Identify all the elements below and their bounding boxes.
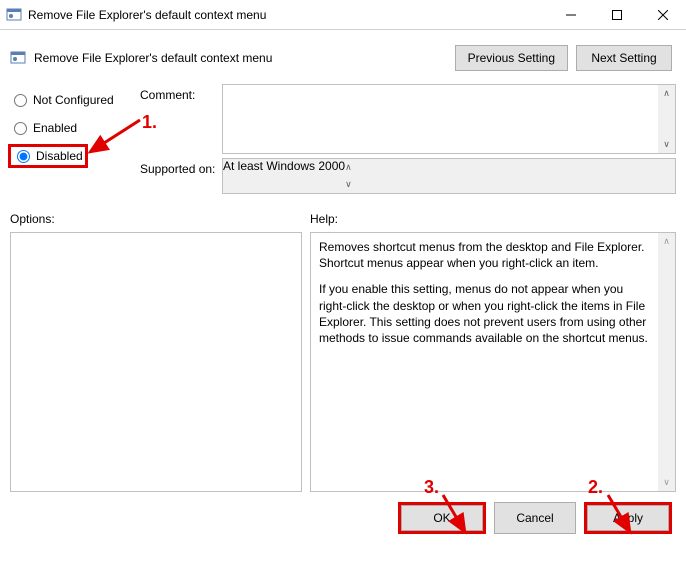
- radio-enabled-label: Enabled: [33, 121, 77, 135]
- comment-value[interactable]: [223, 85, 658, 153]
- supported-value: At least Windows 2000: [223, 159, 345, 193]
- help-label: Help:: [310, 212, 676, 226]
- titlebar: Remove File Explorer's default context m…: [0, 0, 686, 30]
- radio-disabled-label: Disabled: [36, 149, 83, 163]
- scroll-down-icon[interactable]: ∨: [658, 136, 675, 153]
- options-panel: [10, 232, 302, 492]
- previous-setting-button[interactable]: Previous Setting: [455, 45, 568, 71]
- cancel-button[interactable]: Cancel: [494, 502, 576, 534]
- scrollbar[interactable]: ∧ ∨: [658, 85, 675, 153]
- help-p2: If you enable this setting, menus do not…: [319, 281, 650, 346]
- scroll-up-icon[interactable]: ∧: [658, 233, 675, 250]
- supported-field: At least Windows 2000 ∧ ∨: [222, 158, 676, 194]
- options-body: [11, 233, 301, 491]
- next-setting-button[interactable]: Next Setting: [576, 45, 672, 71]
- scroll-up-icon: ∧: [345, 159, 352, 176]
- radio-not-configured-label: Not Configured: [33, 93, 114, 107]
- options-label: Options:: [10, 212, 302, 226]
- policy-icon: [6, 7, 22, 23]
- maximize-button[interactable]: [594, 0, 640, 30]
- ok-button[interactable]: OK: [401, 505, 483, 531]
- scroll-up-icon[interactable]: ∧: [658, 85, 675, 102]
- annotation-box-apply: Apply: [584, 502, 672, 534]
- radio-not-configured-input[interactable]: [14, 94, 27, 107]
- radio-enabled[interactable]: Enabled: [10, 116, 140, 140]
- close-button[interactable]: [640, 0, 686, 30]
- scrollbar[interactable]: ∧ ∨: [658, 233, 675, 491]
- window-controls: [548, 0, 686, 30]
- header-row: Remove File Explorer's default context m…: [10, 38, 676, 78]
- policy-icon: [10, 50, 26, 66]
- help-panel: Removes shortcut menus from the desktop …: [310, 232, 676, 492]
- radio-not-configured[interactable]: Not Configured: [10, 88, 140, 112]
- scrollbar: ∧ ∨: [345, 159, 352, 193]
- apply-button[interactable]: Apply: [587, 505, 669, 531]
- help-p1: Removes shortcut menus from the desktop …: [319, 239, 650, 271]
- help-body: Removes shortcut menus from the desktop …: [311, 233, 658, 491]
- radio-disabled-input[interactable]: [17, 150, 30, 163]
- radio-enabled-input[interactable]: [14, 122, 27, 135]
- scroll-down-icon[interactable]: ∨: [658, 474, 675, 491]
- page-title: Remove File Explorer's default context m…: [34, 51, 455, 65]
- footer-buttons: OK Cancel Apply: [10, 502, 676, 534]
- annotation-box-ok: OK: [398, 502, 486, 534]
- comment-field[interactable]: ∧ ∨: [222, 84, 676, 154]
- annotation-box-disabled: Disabled: [8, 144, 88, 168]
- scroll-down-icon: ∨: [345, 176, 352, 193]
- minimize-button[interactable]: [548, 0, 594, 30]
- supported-label: Supported on:: [140, 162, 222, 176]
- comment-label: Comment:: [140, 88, 222, 162]
- window-title: Remove File Explorer's default context m…: [28, 8, 548, 22]
- radio-disabled[interactable]: Disabled: [13, 149, 83, 163]
